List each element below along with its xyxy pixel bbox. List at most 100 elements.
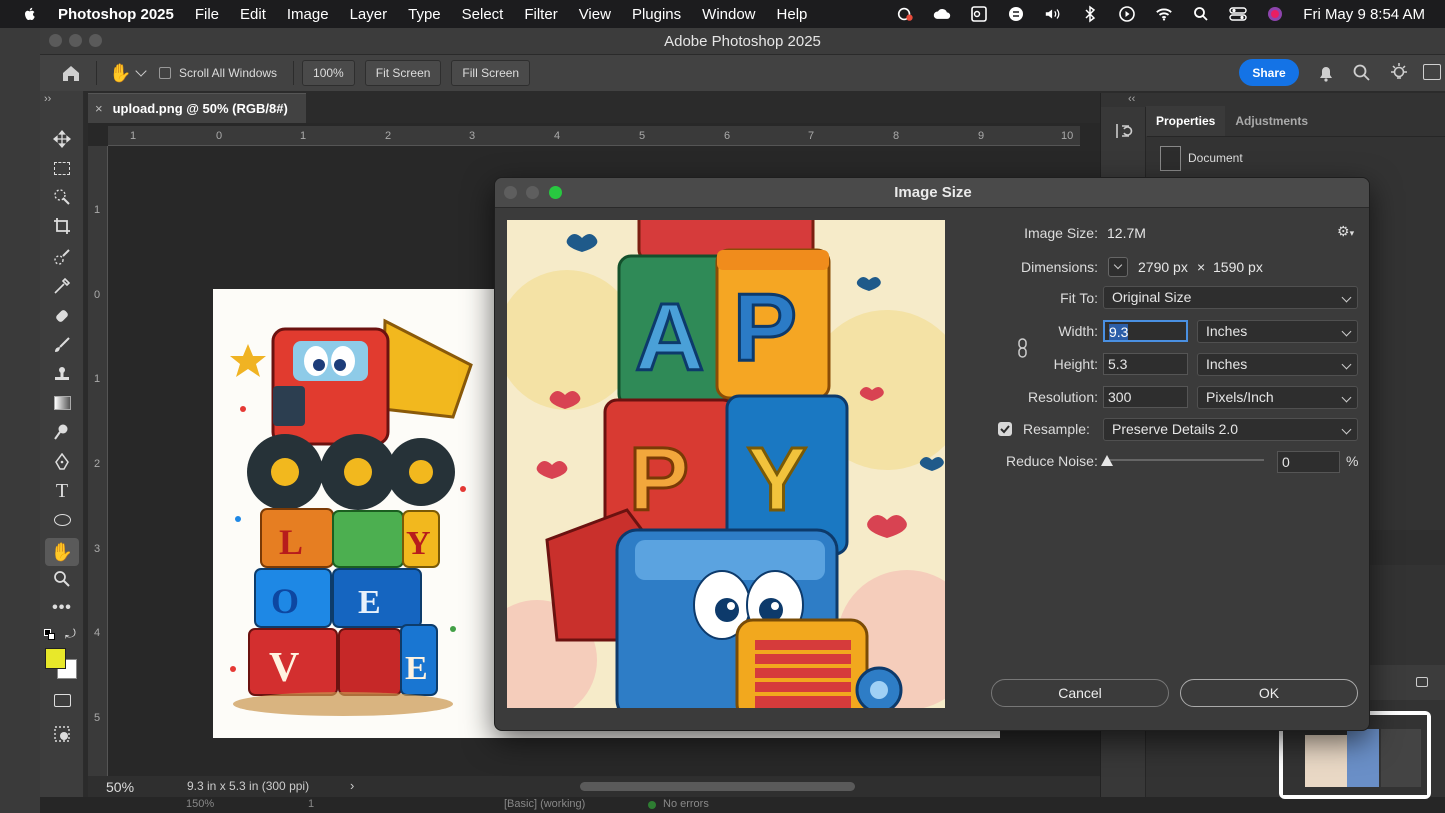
dialog-minimize-button[interactable] (526, 186, 539, 199)
zoom-window-button[interactable] (89, 34, 102, 47)
spotlight-search-icon[interactable] (1192, 5, 1210, 23)
sync-icon[interactable] (1007, 5, 1025, 23)
reduce-noise-input[interactable]: 0 (1277, 451, 1340, 473)
home-icon[interactable] (60, 62, 82, 84)
minimize-window-button[interactable] (69, 34, 82, 47)
bluetooth-icon[interactable] (1081, 5, 1099, 23)
scroll-all-checkbox[interactable] (159, 67, 171, 79)
quick-selection-tool-icon[interactable] (51, 186, 73, 208)
marquee-tool-icon[interactable] (51, 157, 73, 179)
control-center-icon[interactable] (1229, 5, 1247, 23)
default-colors-icon[interactable] (44, 629, 55, 640)
horizontal-ruler[interactable]: 1 0 1 2 3 4 5 6 7 8 9 10 (108, 126, 1080, 146)
secondary-zoom[interactable]: 150% (186, 798, 214, 810)
document-tab[interactable]: × upload.png @ 50% (RGB/8#) (88, 93, 306, 123)
dialog-zoom-button[interactable] (549, 186, 562, 199)
height-unit-select[interactable]: Inches (1197, 353, 1358, 376)
resolution-unit-select[interactable]: Pixels/Inch (1197, 386, 1358, 409)
close-window-button[interactable] (49, 34, 62, 47)
gear-icon[interactable]: ⚙▾ (1337, 223, 1354, 240)
vertical-ruler[interactable]: 1 0 1 2 3 4 5 (88, 146, 108, 776)
image-preview[interactable]: A P P Y (507, 220, 945, 708)
menu-layer[interactable]: Layer (350, 6, 388, 23)
quick-mask-icon[interactable] (51, 723, 73, 745)
collapse-panels-icon[interactable]: ‹‹ (1128, 93, 1135, 105)
close-tab-icon[interactable]: × (95, 101, 103, 116)
ok-label: OK (1258, 685, 1280, 701)
width-input[interactable]: 9.3 (1103, 320, 1188, 342)
dialog-close-button[interactable] (504, 186, 517, 199)
menubar-clock[interactable]: Fri May 9 8:54 AM (1303, 6, 1425, 23)
resolution-input[interactable]: 300 (1103, 386, 1188, 408)
frame-tool-icon[interactable] (51, 246, 73, 268)
chevron-right-icon[interactable]: › (350, 778, 354, 793)
screen-mode-icon[interactable] (51, 689, 73, 711)
page-number[interactable]: 1 (308, 798, 314, 810)
menu-select[interactable]: Select (462, 6, 504, 23)
menu-help[interactable]: Help (777, 6, 808, 23)
volume-icon[interactable] (1044, 5, 1062, 23)
healing-brush-tool-icon[interactable] (51, 305, 73, 327)
hand-tool-icon[interactable]: ✋ (109, 63, 131, 84)
lightbulb-icon[interactable] (1388, 61, 1410, 88)
dimensions-unit-toggle[interactable] (1108, 257, 1128, 277)
reduce-noise-slider[interactable] (1107, 459, 1264, 461)
creative-cloud-icon[interactable] (896, 5, 914, 23)
fit-screen-button[interactable]: Fit Screen (364, 60, 442, 86)
chevron-down-icon[interactable] (135, 65, 147, 77)
wifi-icon[interactable] (1155, 5, 1173, 23)
dodge-tool-icon[interactable] (51, 421, 73, 443)
swap-colors-icon[interactable]: ⤾ (65, 626, 76, 642)
layer-row[interactable] (1370, 665, 1445, 700)
more-tools-icon[interactable]: ••• (51, 597, 73, 619)
resample-select[interactable]: Preserve Details 2.0 (1103, 418, 1358, 441)
lock-icon[interactable] (1416, 677, 1428, 687)
tab-adjustments[interactable]: Adjustments (1225, 114, 1318, 128)
ok-button[interactable]: OK (1180, 679, 1358, 707)
siri-icon[interactable] (1266, 5, 1284, 23)
menu-file[interactable]: File (195, 6, 219, 23)
tab-properties[interactable]: Properties (1146, 106, 1226, 136)
move-tool-icon[interactable] (51, 128, 73, 150)
share-button[interactable]: Share (1239, 59, 1299, 86)
menu-filter[interactable]: Filter (524, 6, 557, 23)
crop-tool-icon[interactable] (51, 215, 73, 237)
hand-tool-icon[interactable]: ✋ (45, 538, 79, 566)
fit-to-select[interactable]: Original Size (1103, 286, 1358, 309)
play-icon[interactable] (1118, 5, 1136, 23)
slider-thumb[interactable] (1101, 455, 1113, 466)
zoom-100-button[interactable]: 100% (302, 60, 355, 86)
apple-icon[interactable] (22, 6, 38, 22)
outlook-icon[interactable] (970, 5, 988, 23)
ellipse-tool-icon[interactable] (51, 509, 73, 531)
foreground-color-swatch[interactable] (45, 648, 66, 669)
history-panel-icon[interactable] (1114, 121, 1134, 146)
type-tool-icon[interactable]: T (51, 480, 73, 502)
zoom-level[interactable]: 50% (106, 779, 134, 795)
fill-screen-button[interactable]: Fill Screen (451, 60, 531, 86)
brush-tool-icon[interactable] (51, 334, 73, 356)
menu-view[interactable]: View (579, 6, 611, 23)
menu-plugins[interactable]: Plugins (632, 6, 681, 23)
workspace-icon[interactable] (1423, 64, 1441, 80)
horizontal-scrollbar[interactable] (580, 782, 855, 791)
search-icon[interactable] (1352, 63, 1372, 88)
pen-tool-icon[interactable] (51, 451, 73, 473)
eyedropper-tool-icon[interactable] (51, 275, 73, 297)
menu-app-name[interactable]: Photoshop 2025 (58, 6, 174, 23)
notifications-bell-icon[interactable] (1316, 63, 1336, 88)
zoom-tool-icon[interactable] (51, 568, 73, 590)
menu-type[interactable]: Type (408, 6, 441, 23)
menu-image[interactable]: Image (287, 6, 329, 23)
menu-window[interactable]: Window (702, 6, 755, 23)
menu-edit[interactable]: Edit (240, 6, 266, 23)
width-unit-select[interactable]: Inches (1197, 320, 1358, 343)
cancel-button[interactable]: Cancel (991, 679, 1169, 707)
clone-stamp-tool-icon[interactable] (51, 363, 73, 385)
cloud-icon[interactable] (933, 5, 951, 23)
height-input[interactable]: 5.3 (1103, 353, 1188, 375)
resample-checkbox[interactable] (998, 422, 1012, 436)
document-info[interactable]: 9.3 in x 5.3 in (300 ppi) (187, 779, 309, 793)
expand-panel-icon[interactable]: ›› (44, 93, 51, 105)
gradient-tool-icon[interactable] (51, 392, 73, 414)
